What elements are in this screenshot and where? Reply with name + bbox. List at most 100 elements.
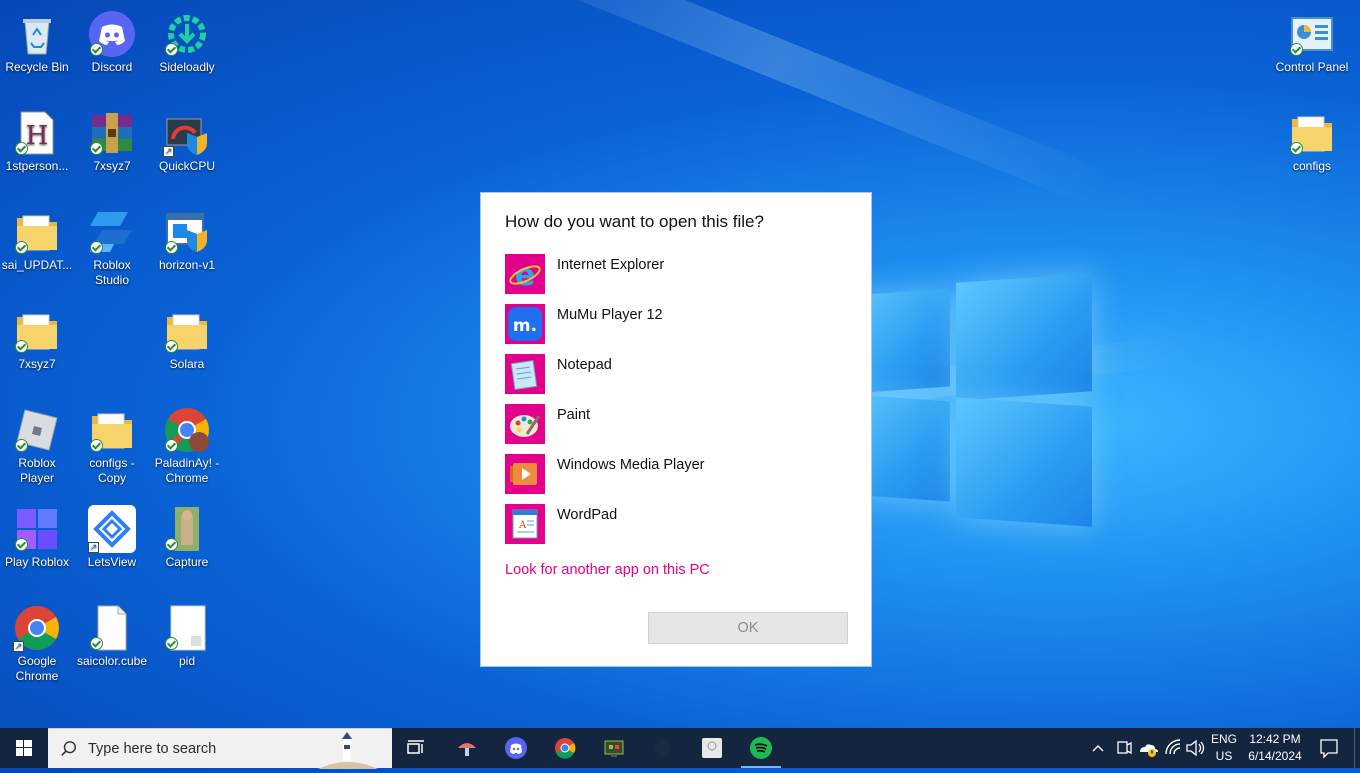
desktop-icon-sideloadly[interactable]: Sideloadly [150,4,224,75]
desktop-icon-quickcpu[interactable]: ↗ QuickCPU [150,103,224,174]
folder-icon [13,307,61,355]
sync-check-icon [15,538,28,551]
media-player-icon [505,454,545,494]
roblox-player-icon [13,406,61,454]
spotify-icon [750,737,772,759]
app-option-notepad[interactable]: Notepad [505,354,845,394]
app-option-internet-explorer[interactable]: e Internet Explorer [505,254,845,294]
language-indicator[interactable]: ENG US [1208,731,1240,765]
desktop-icon-pid[interactable]: pid [150,598,224,669]
taskbar-app-hidden[interactable] [639,728,687,768]
sync-check-icon [165,637,178,650]
blank-file-icon [163,604,211,652]
app-option-wordpad[interactable]: A WordPad [505,504,845,544]
desktop-icon-saicolor-cube[interactable]: saicolor.cube [75,598,149,669]
sync-check-icon [90,439,103,452]
sync-check-icon [1290,43,1303,56]
show-hidden-icons-button[interactable] [1088,728,1108,768]
windows-start-icon [16,740,32,756]
taskbar-app-discord[interactable] [492,728,540,768]
recycle-bin-icon [13,10,61,58]
desktop-icon-7xsyz7-folder[interactable]: 7xsyz7 [0,301,74,372]
game-app-icon [604,740,624,757]
desktop-icon-play-roblox[interactable]: Play Roblox [0,499,74,570]
desktop-icon-capture[interactable]: Capture [150,499,224,570]
desktop-icon-configs[interactable]: configs [1275,103,1349,174]
search-icon [61,741,77,756]
h-document-icon: H [13,109,61,157]
mumu-player-icon: m. [505,304,545,344]
svg-text:e: e [515,258,535,293]
taskbar-app-spotify[interactable] [737,728,785,768]
taskbar-app-notes[interactable] [688,728,736,768]
search-placeholder: Type here to search [88,741,217,757]
desktop-icon-paladin-chrome[interactable]: PaladinAy! - Chrome [150,400,224,486]
sync-check-icon [15,142,28,155]
look-for-another-app-link[interactable]: Look for another app on this PC [505,562,710,578]
folder-icon [88,406,136,454]
notification-icon [1320,739,1338,759]
search-highlight-icon [318,732,378,769]
tray-meet-now[interactable] [1112,728,1134,768]
app-option-windows-media-player[interactable]: Windows Media Player [505,454,845,494]
tray-volume[interactable] [1184,728,1206,768]
sync-check-icon [165,340,178,353]
desktop-icon-solara[interactable]: Solara [150,301,224,372]
desktop-icon-sai-update[interactable]: sai_UPDAT... [0,202,74,273]
image-file-icon [163,505,211,553]
chrome-icon [555,738,576,759]
tray-onedrive[interactable] [1136,728,1160,768]
desktop-icon-1stperson[interactable]: H 1stperson... [0,103,74,174]
light-beam [447,0,1113,210]
dark-app-icon [655,740,671,756]
sync-check-icon [165,538,178,551]
desktop-icon-7xsyz7-archive[interactable]: 7xsyz7 [75,103,149,174]
desktop-icon-google-chrome[interactable]: ↗ Google Chrome [0,598,74,684]
app-option-mumu-player[interactable]: m. MuMu Player 12 [505,304,845,344]
taskbar-app-game[interactable] [590,728,638,768]
windows-logo-wallpaper [850,270,1092,527]
camera-icon [1117,741,1132,755]
onedrive-warning-icon [1140,744,1158,757]
folder-icon [163,307,211,355]
dialog-title: How do you want to open this file? [505,212,764,231]
tray-network[interactable] [1162,728,1184,768]
desktop-icon-discord[interactable]: Discord [75,4,149,75]
discord-icon [505,737,527,759]
desktop-icon-roblox-player[interactable]: Roblox Player [0,400,74,486]
open-with-dialog: How do you want to open this file? e Int… [480,192,872,667]
desktop-icon-horizon-v1[interactable]: horizon-v1 [150,202,224,273]
action-center-button[interactable] [1312,728,1346,768]
blank-file-icon [88,604,136,652]
chevron-up-icon [1092,745,1104,752]
ok-button[interactable]: OK [648,612,848,644]
discord-icon [88,10,136,58]
show-desktop-button[interactable] [1354,728,1360,768]
notepad-icon [505,354,545,394]
control-panel-icon [1288,10,1336,58]
taskbar-search-box[interactable]: Type here to search [48,728,392,769]
desktop-icon-control-panel[interactable]: Control Panel [1275,4,1349,75]
taskbar-app-snipping[interactable] [443,728,491,768]
task-view-button[interactable] [392,728,440,768]
start-button[interactable] [0,728,48,768]
speaker-icon [1186,739,1205,757]
shortcut-arrow-icon: ↗ [88,542,99,553]
taskbar-app-chrome[interactable] [541,728,589,768]
svg-text:H: H [26,121,49,151]
desktop-icon-configs-copy[interactable]: configs - Copy [75,400,149,486]
desktop-icon-letsview[interactable]: ↗ LetsView [75,499,149,570]
sync-check-icon [15,439,28,452]
task-view-icon [407,740,424,754]
paint-icon [505,404,545,444]
desktop-icon-recycle-bin[interactable]: Recycle Bin [0,4,74,75]
folder-icon [1288,109,1336,157]
clock[interactable]: 12:42 PM 6/14/2024 [1240,731,1310,765]
wordpad-icon: A [505,504,545,544]
svg-text:m.: m. [513,316,537,336]
app-option-paint[interactable]: Paint [505,404,845,444]
notes-app-icon [702,738,722,758]
sync-check-icon [1290,142,1303,155]
sync-check-icon [15,241,28,254]
desktop-icon-roblox-studio[interactable]: Roblox Studio [75,202,149,288]
